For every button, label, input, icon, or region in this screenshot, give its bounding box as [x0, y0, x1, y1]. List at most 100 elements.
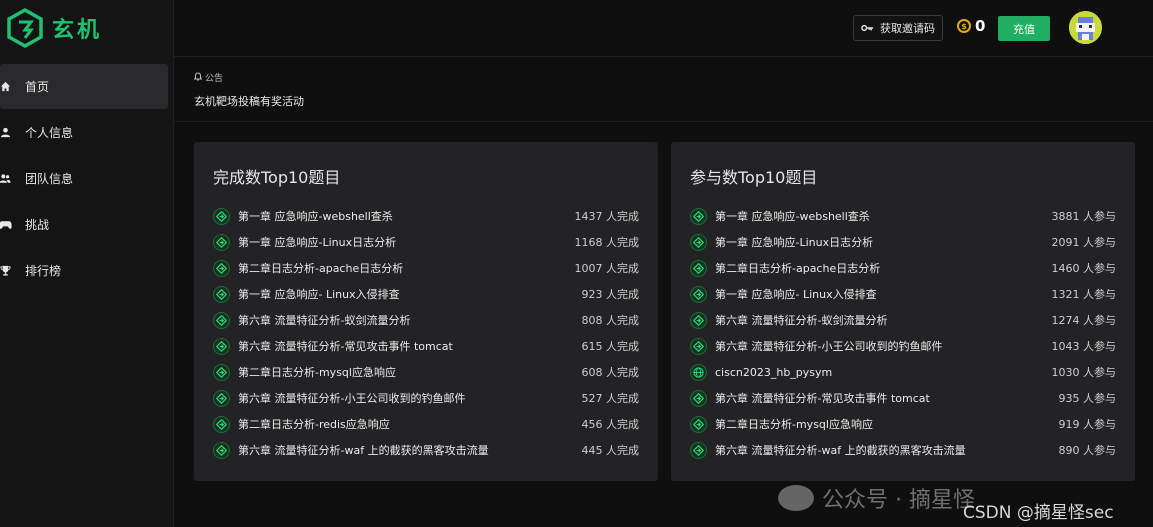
challenge-name: 第一章 应急响应- Linux入侵排查	[238, 288, 400, 301]
sidebar-item-home[interactable]: 首页	[0, 64, 168, 109]
challenge-count: 527 人完成	[581, 392, 640, 405]
invite-label: 获取邀请码	[880, 22, 935, 35]
challenge-count: 3881 人参与	[1051, 210, 1117, 223]
challenge-name: 第六章 流量特征分析-常见攻击事件 tomcat	[238, 340, 453, 353]
challenge-icon	[213, 389, 230, 407]
coin-balance: $ 0	[957, 17, 985, 35]
challenge-name: 第二章日志分析-redis应急响应	[238, 418, 390, 431]
wechat-icon	[778, 485, 814, 511]
challenge-icon	[690, 285, 707, 303]
challenge-count: 919 人参与	[1058, 418, 1117, 431]
list-item[interactable]: 第二章日志分析-mysql应急响应 608 人完成	[213, 359, 639, 385]
challenge-icon	[213, 363, 230, 381]
challenge-name: 第六章 流量特征分析-waf 上的截获的黑客攻击流量	[715, 444, 966, 457]
list-item[interactable]: 第二章日志分析-mysql应急响应 919 人参与	[690, 411, 1116, 437]
list-item[interactable]: 第二章日志分析-apache日志分析 1007 人完成	[213, 255, 639, 281]
list-item[interactable]: 第六章 流量特征分析-常见攻击事件 tomcat 615 人完成	[213, 333, 639, 359]
home-icon	[0, 81, 12, 92]
challenge-name: ciscn2023_hb_pysym	[715, 365, 833, 379]
challenge-count: 1043 人参与	[1051, 340, 1117, 353]
challenge-name: 第一章 应急响应- Linux入侵排查	[715, 288, 877, 301]
challenge-count: 445 人完成	[581, 444, 640, 457]
sidebar-item-label: 首页	[25, 80, 50, 94]
list-item[interactable]: 第六章 流量特征分析-小王公司收到的钓鱼邮件 1043 人参与	[690, 333, 1116, 359]
challenge-icon	[213, 441, 230, 459]
challenge-icon	[690, 415, 707, 433]
logo-icon	[7, 8, 43, 48]
logo[interactable]: 玄机	[6, 8, 102, 48]
list-item[interactable]: 第六章 流量特征分析-小王公司收到的钓鱼邮件 527 人完成	[213, 385, 639, 411]
sidebar-item-label: 挑战	[25, 218, 50, 232]
panel-title: 参与数Top10题目	[690, 168, 818, 187]
challenge-name: 第二章日志分析-apache日志分析	[238, 262, 404, 275]
challenge-count: 890 人参与	[1058, 444, 1117, 457]
list-item[interactable]: 第六章 流量特征分析-waf 上的截获的黑客攻击流量 445 人完成	[213, 437, 639, 463]
avatar[interactable]	[1069, 11, 1102, 44]
challenge-icon	[690, 311, 707, 329]
sidebar-item-challenge[interactable]: 挑战	[0, 202, 168, 247]
sidebar-item-profile[interactable]: 个人信息	[0, 110, 168, 155]
list-item[interactable]: 第二章日志分析-apache日志分析 1460 人参与	[690, 255, 1116, 281]
challenge-count: 1437 人完成	[574, 210, 640, 223]
user-icon	[0, 127, 12, 138]
list-item[interactable]: 第六章 流量特征分析-常见攻击事件 tomcat 935 人参与	[690, 385, 1116, 411]
list-item[interactable]: 第一章 应急响应- Linux入侵排查 1321 人参与	[690, 281, 1116, 307]
recharge-button[interactable]: 充值	[998, 16, 1050, 41]
challenge-icon	[213, 415, 230, 433]
globe-icon	[690, 363, 707, 381]
challenge-name: 第二章日志分析-mysql应急响应	[715, 418, 873, 431]
challenge-count: 2091 人参与	[1051, 236, 1117, 249]
challenge-name: 第六章 流量特征分析-小王公司收到的钓鱼邮件	[238, 392, 466, 405]
announcement-heading-label: 公告	[205, 74, 224, 84]
bell-icon	[193, 71, 203, 84]
challenge-count: 1030 人参与	[1051, 366, 1117, 379]
team-icon	[0, 173, 12, 184]
challenge-name: 第六章 流量特征分析-蚁剑流量分析	[715, 314, 888, 327]
sidebar-item-leaderboard[interactable]: 排行榜	[0, 248, 168, 293]
list-item[interactable]: ciscn2023_hb_pysym 1030 人参与	[690, 359, 1116, 385]
challenge-icon	[213, 233, 230, 251]
coin-count: 0	[975, 17, 986, 35]
sidebar-item-label: 排行榜	[25, 264, 62, 278]
list-item[interactable]: 第一章 应急响应-Linux日志分析 2091 人参与	[690, 229, 1116, 255]
challenge-icon	[690, 207, 707, 225]
logo-text: 玄机	[52, 18, 103, 43]
announcement: 公告 玄机靶场投稿有奖活动	[174, 57, 1153, 122]
top-bar: 获取邀请码 $ 0 充值	[174, 0, 1153, 57]
challenge-icon	[213, 311, 230, 329]
list-item[interactable]: 第一章 应急响应-webshell查杀 3881 人参与	[690, 203, 1116, 229]
list-item[interactable]: 第一章 应急响应-webshell查杀 1437 人完成	[213, 203, 639, 229]
sidebar: 玄机 首页 个人信息 团队信息 挑战 排行榜	[0, 0, 174, 527]
list-item[interactable]: 第一章 应急响应-Linux日志分析 1168 人完成	[213, 229, 639, 255]
sidebar-item-label: 个人信息	[25, 126, 74, 140]
sidebar-item-label: 团队信息	[25, 172, 74, 186]
trophy-icon	[0, 265, 12, 276]
challenge-name: 第二章日志分析-apache日志分析	[715, 262, 881, 275]
challenge-name: 第一章 应急响应-webshell查杀	[238, 210, 393, 223]
announcement-text[interactable]: 玄机靶场投稿有奖活动	[194, 93, 304, 109]
announcement-heading: 公告	[193, 71, 224, 84]
challenge-count: 935 人参与	[1058, 392, 1117, 405]
sidebar-item-team[interactable]: 团队信息	[0, 156, 168, 201]
challenge-count: 1168 人完成	[574, 236, 640, 249]
list-item[interactable]: 第六章 流量特征分析-蚁剑流量分析 1274 人参与	[690, 307, 1116, 333]
challenge-name: 第一章 应急响应-Linux日志分析	[238, 236, 397, 249]
watermark-text: 公众号 · 摘星怪	[822, 488, 975, 513]
challenge-count: 808 人完成	[581, 314, 640, 327]
challenge-icon	[690, 259, 707, 277]
challenge-icon	[213, 207, 230, 225]
challenge-name: 第六章 流量特征分析-常见攻击事件 tomcat	[715, 392, 930, 405]
list-item[interactable]: 第二章日志分析-redis应急响应 456 人完成	[213, 411, 639, 437]
list-item[interactable]: 第一章 应急响应- Linux入侵排查 923 人完成	[213, 281, 639, 307]
challenge-icon	[690, 337, 707, 355]
challenge-name: 第六章 流量特征分析-小王公司收到的钓鱼邮件	[715, 340, 943, 353]
challenge-count: 923 人完成	[581, 288, 640, 301]
key-icon	[861, 22, 874, 35]
list-item[interactable]: 第六章 流量特征分析-waf 上的截获的黑客攻击流量 890 人参与	[690, 437, 1116, 463]
get-invite-code-button[interactable]: 获取邀请码	[853, 15, 943, 41]
challenge-icon	[213, 259, 230, 277]
participated-list: 第一章 应急响应-webshell查杀 3881 人参与 第一章 应急响应-Linu…	[690, 203, 1116, 463]
challenge-icon	[690, 389, 707, 407]
list-item[interactable]: 第六章 流量特征分析-蚁剑流量分析 808 人完成	[213, 307, 639, 333]
participated-top10-panel: 参与数Top10题目 第一章 应急响应-webshell查杀 3881 人参与 第一…	[671, 142, 1135, 481]
